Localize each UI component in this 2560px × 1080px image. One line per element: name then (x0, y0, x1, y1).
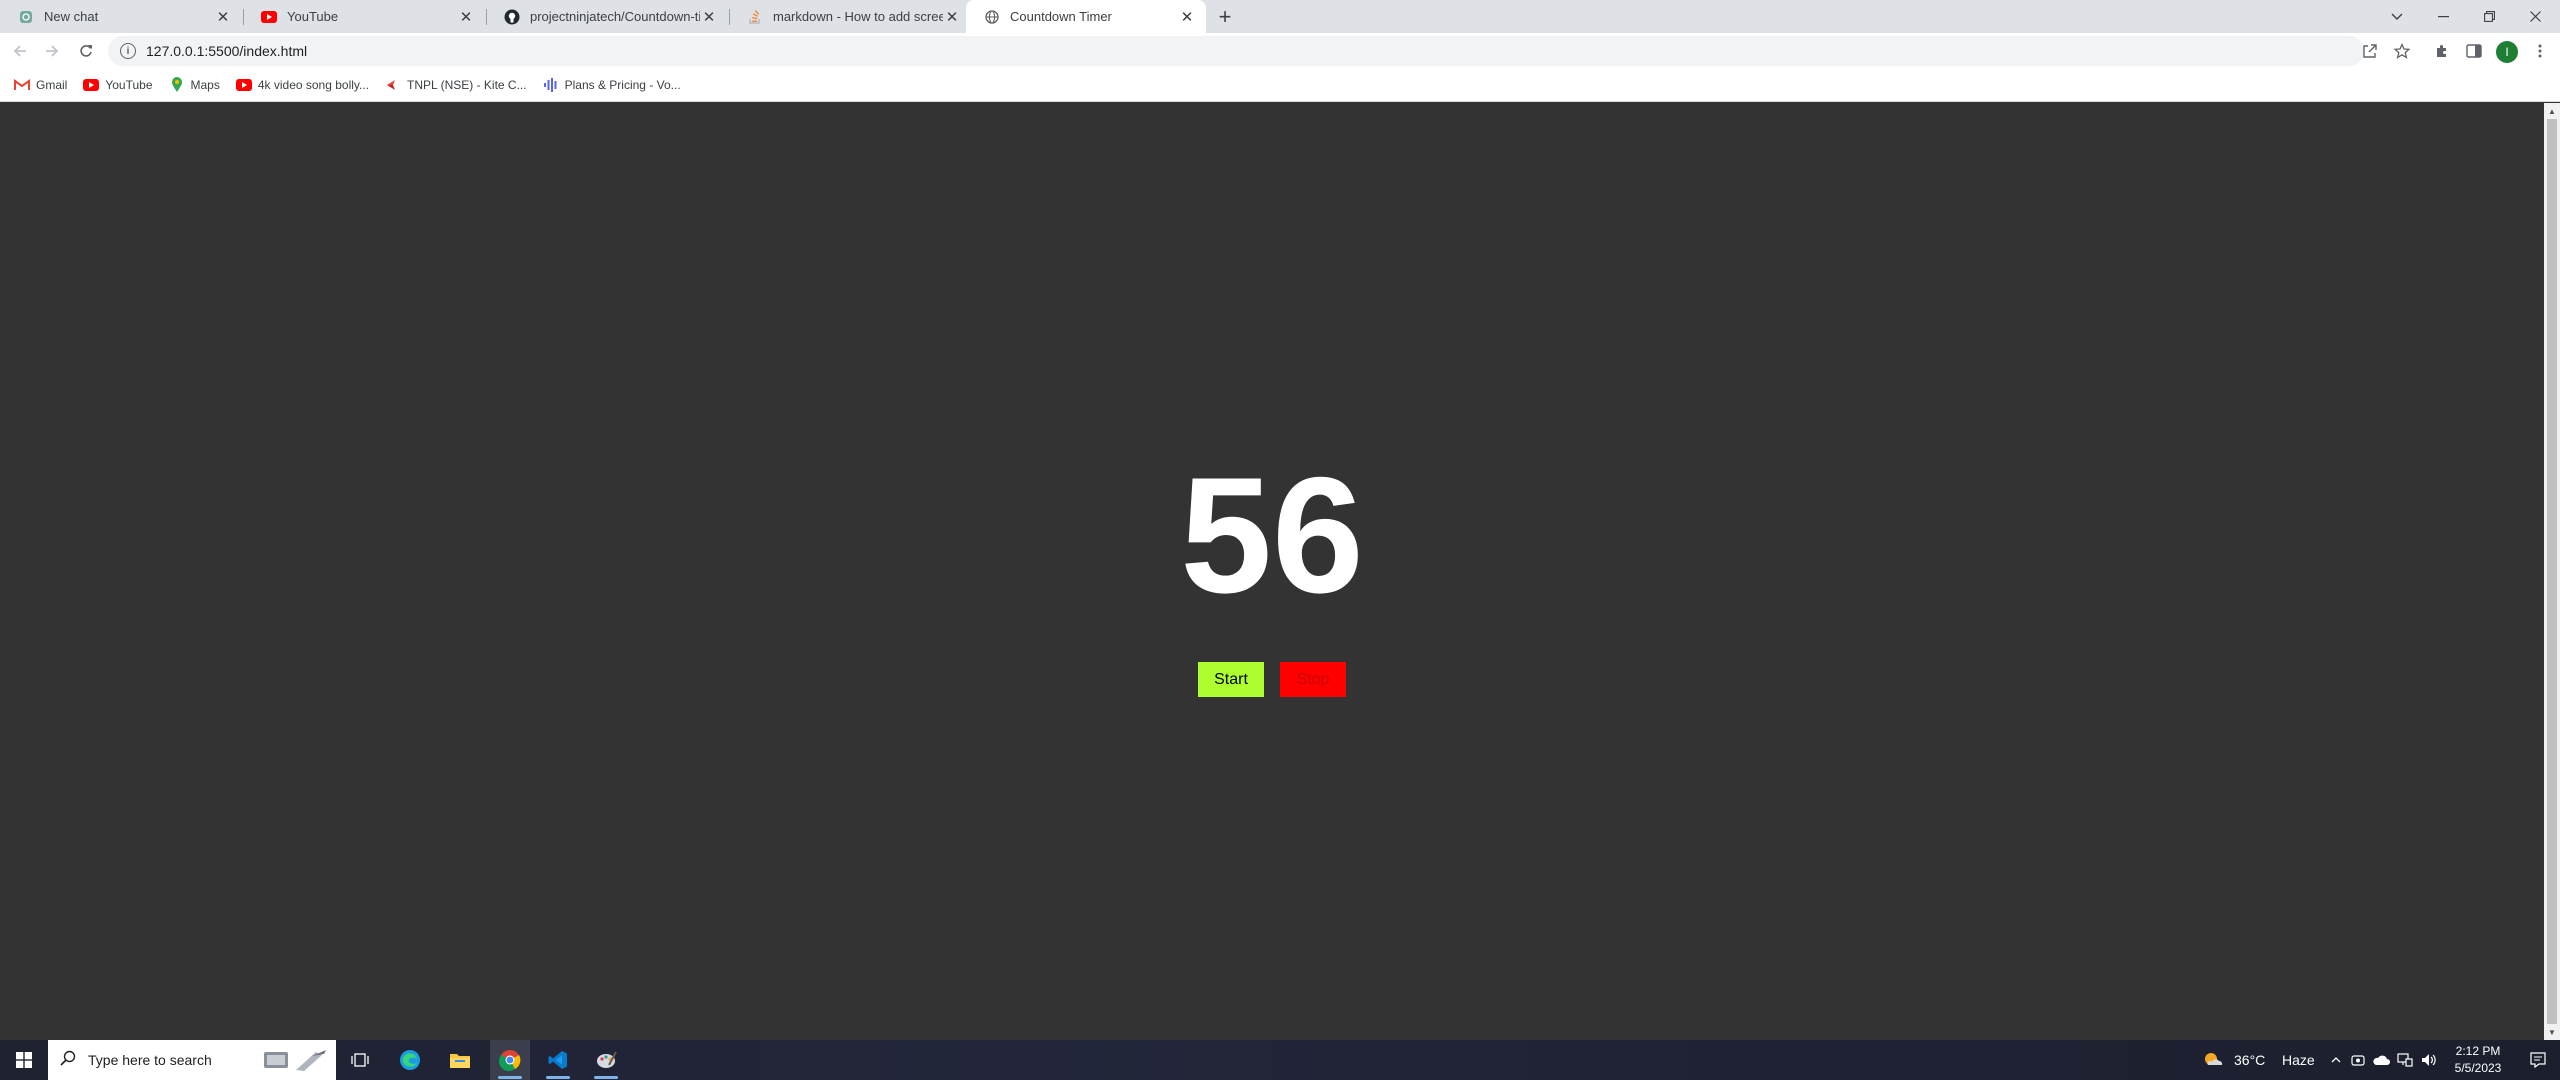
close-icon[interactable]: ✕ (700, 8, 718, 26)
network-icon[interactable] (2394, 1040, 2416, 1080)
audio-icon (543, 77, 559, 93)
bookmark-plans-pricing[interactable]: Plans & Pricing - Vo... (543, 77, 681, 93)
active-app-indicator (498, 1076, 522, 1079)
tab-new-chat[interactable]: New chat ✕ (0, 0, 242, 33)
bookmark-gmail[interactable]: Gmail (14, 77, 67, 93)
maps-icon (169, 77, 185, 93)
youtube-icon (83, 77, 100, 93)
tab-title: New chat (44, 9, 99, 24)
gmail-icon (14, 77, 30, 93)
github-icon (504, 9, 520, 25)
tab-title: projectninjatech/Countdown-timer (530, 9, 700, 24)
tab-youtube[interactable]: YouTube ✕ (243, 0, 485, 33)
countdown-display: 56 (1180, 443, 1364, 627)
task-view-icon[interactable] (340, 1040, 380, 1080)
bookmark-youtube[interactable]: YouTube (83, 77, 153, 93)
close-icon[interactable]: ✕ (214, 8, 232, 26)
youtube-icon (235, 77, 252, 93)
restore-button[interactable] (2466, 0, 2512, 33)
meet-now-icon[interactable] (2348, 1040, 2368, 1080)
bookmark-kite[interactable]: TNPL (NSE) - Kite C... (385, 77, 527, 93)
tab-stackoverflow[interactable]: markdown - How to add screenshot ✕ (729, 0, 971, 33)
scroll-down-arrow-icon[interactable]: ▼ (2544, 1024, 2560, 1040)
tab-strip: New chat ✕ YouTube ✕ projectninjatech/Co… (0, 0, 2560, 33)
vscode-icon[interactable] (538, 1040, 578, 1080)
side-panel-icon[interactable] (2460, 37, 2488, 65)
browser-toolbar: i 127.0.0.1:5500/index.html I (0, 33, 2560, 69)
bookmark-label: TNPL (NSE) - Kite C... (407, 78, 527, 92)
search-icon (60, 1050, 76, 1071)
site-info-icon[interactable]: i (120, 43, 136, 59)
menu-kebab-icon[interactable] (2526, 37, 2554, 65)
url-text: 127.0.0.1:5500/index.html (146, 43, 308, 59)
active-app-indicator (546, 1076, 570, 1079)
bookmarks-bar: Gmail YouTube Maps 4k video song bolly..… (0, 69, 2560, 102)
chrome-taskbar-icon[interactable] (490, 1040, 530, 1080)
chatgpt-icon (18, 9, 34, 25)
scrollbar-thumb[interactable] (2547, 119, 2557, 1024)
bookmark-label: Gmail (36, 78, 68, 92)
tab-title: markdown - How to add screenshot (773, 9, 943, 24)
weather-temperature[interactable]: 36°C (2234, 1040, 2265, 1080)
timer-controls: Start Stop (0, 662, 2544, 697)
tab-countdown-timer[interactable]: Countdown Timer ✕ (966, 0, 1206, 33)
globe-icon (984, 9, 1000, 25)
share-icon[interactable] (2356, 37, 2384, 65)
clock-date: 5/5/2023 (2454, 1061, 2502, 1075)
bookmark-maps[interactable]: Maps (169, 77, 220, 93)
edge-icon[interactable] (390, 1040, 430, 1080)
bookmark-label: Maps (190, 78, 220, 92)
bookmark-label: Plans & Pricing - Vo... (564, 78, 681, 92)
clock-time: 2:12 PM (2455, 1044, 2501, 1058)
start-button[interactable]: Start (1198, 662, 1264, 697)
stackoverflow-icon (747, 9, 763, 25)
weather-description[interactable]: Haze (2282, 1040, 2315, 1080)
active-app-indicator (594, 1076, 618, 1079)
search-highlight-image-icon (260, 1046, 330, 1074)
bookmark-4k-video[interactable]: 4k video song bolly... (235, 77, 370, 93)
tab-title: Countdown Timer (1010, 9, 1112, 24)
page-scrollbar[interactable]: ▲ ▼ (2544, 103, 2560, 1040)
search-placeholder: Type here to search (88, 1052, 212, 1068)
youtube-icon (261, 9, 277, 25)
kite-icon (385, 77, 401, 93)
onedrive-cloud-icon[interactable] (2370, 1040, 2392, 1080)
file-explorer-icon[interactable] (440, 1040, 480, 1080)
scroll-up-arrow-icon[interactable]: ▲ (2544, 103, 2560, 119)
address-bar[interactable]: i 127.0.0.1:5500/index.html (108, 36, 2364, 66)
volume-icon[interactable] (2418, 1040, 2440, 1080)
bookmark-label: 4k video song bolly... (257, 78, 370, 92)
page-viewport: 56 Start Stop ▲ ▼ (0, 103, 2560, 1040)
reload-button[interactable] (72, 37, 100, 65)
taskbar-clock[interactable]: 2:12 PM 5/5/2023 (2440, 1043, 2516, 1077)
minimize-button[interactable] (2420, 0, 2466, 33)
bookmark-label: YouTube (105, 78, 153, 92)
close-window-button[interactable] (2512, 0, 2558, 33)
extensions-icon[interactable] (2428, 37, 2456, 65)
timer-container: 56 Start Stop (0, 103, 2544, 1040)
tab-github[interactable]: projectninjatech/Countdown-timer ✕ (486, 0, 728, 33)
notification-center-icon[interactable] (2518, 1040, 2558, 1080)
close-icon[interactable]: ✕ (457, 8, 475, 26)
windows-start-icon[interactable] (0, 1040, 48, 1080)
close-icon[interactable]: ✕ (1178, 8, 1196, 26)
windows-taskbar: Type here to search 36°C Haze 2:12 PM 5/… (0, 1040, 2560, 1080)
tab-search-chevron-icon[interactable] (2374, 0, 2420, 33)
chevron-up-icon[interactable] (2326, 1040, 2346, 1080)
tab-title: YouTube (287, 9, 339, 24)
weather-sun-icon[interactable] (2200, 1040, 2226, 1080)
paint-app-icon[interactable] (586, 1040, 626, 1080)
new-tab-button[interactable]: + (1212, 4, 1238, 29)
forward-button[interactable] (38, 37, 66, 65)
profile-avatar[interactable]: I (2496, 41, 2518, 63)
close-icon[interactable]: ✕ (943, 8, 961, 26)
stop-button[interactable]: Stop (1280, 662, 1346, 697)
bookmark-star-icon[interactable] (2388, 37, 2416, 65)
back-button[interactable] (6, 37, 34, 65)
taskbar-search[interactable]: Type here to search (48, 1040, 336, 1080)
